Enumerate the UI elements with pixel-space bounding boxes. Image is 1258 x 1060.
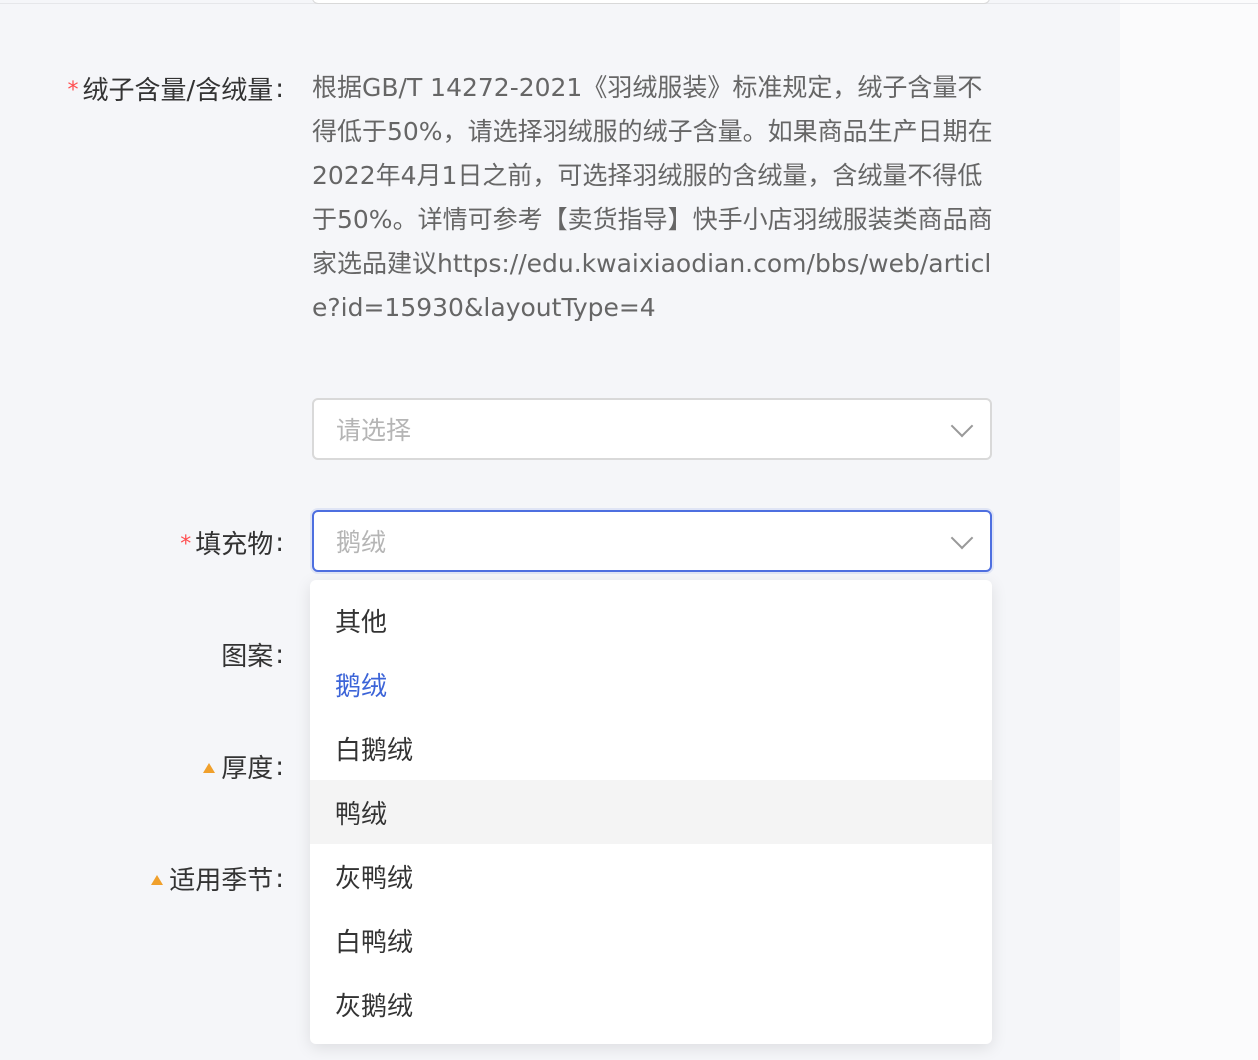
label-colon: :	[275, 751, 284, 782]
recommend-triangle-icon	[203, 762, 216, 773]
label-colon: :	[275, 863, 284, 894]
chevron-down-icon	[950, 526, 974, 550]
dropdown-option[interactable]: 灰鹅绒	[310, 972, 992, 1036]
filling-select[interactable]: 鹅绒	[312, 510, 992, 572]
label-text: 填充物	[195, 530, 274, 560]
field-label-thickness: 厚度 :	[203, 748, 284, 785]
select-placeholder: 请选择	[336, 416, 412, 445]
dropdown-option-hovered[interactable]: 鸭绒	[310, 780, 992, 844]
previous-field-input[interactable]	[312, 0, 990, 4]
label-colon: :	[275, 73, 284, 104]
dropdown-option[interactable]: 灰鸭绒	[310, 844, 992, 908]
dropdown-option[interactable]: 白鹅绒	[310, 716, 992, 780]
label-colon: :	[275, 527, 284, 558]
required-star: *	[67, 78, 79, 103]
down-content-select[interactable]: 请选择	[312, 398, 992, 460]
dropdown-option[interactable]: 白鸭绒	[310, 908, 992, 972]
label-text: 适用季节	[169, 866, 274, 896]
dropdown-option[interactable]: 其他	[310, 588, 992, 652]
down-content-help-text: 根据GB/T 14272-2021《羽绒服装》标准规定，绒子含量不得低于50%，…	[312, 73, 993, 322]
chevron-down-icon	[950, 414, 974, 438]
right-panel-strip	[1120, 0, 1258, 1060]
field-label-pattern: 图案 :	[221, 636, 284, 673]
recommend-triangle-icon	[151, 874, 164, 885]
field-label-down-content: * 绒子含量/含绒量 :	[67, 70, 284, 107]
label-text: 厚度	[221, 754, 274, 784]
label-text: 绒子含量/含绒量	[82, 76, 274, 106]
field-label-filling: * 填充物 :	[180, 524, 284, 561]
required-star: *	[180, 532, 192, 557]
select-value: 鹅绒	[336, 528, 387, 557]
label-colon: :	[275, 639, 284, 670]
filling-dropdown-menu: 其他 鹅绒 白鹅绒 鸭绒 灰鸭绒 白鸭绒 灰鹅绒	[310, 580, 992, 1044]
dropdown-option-selected[interactable]: 鹅绒	[310, 652, 992, 716]
label-text: 图案	[221, 642, 274, 672]
field-label-season: 适用季节 :	[151, 860, 284, 897]
